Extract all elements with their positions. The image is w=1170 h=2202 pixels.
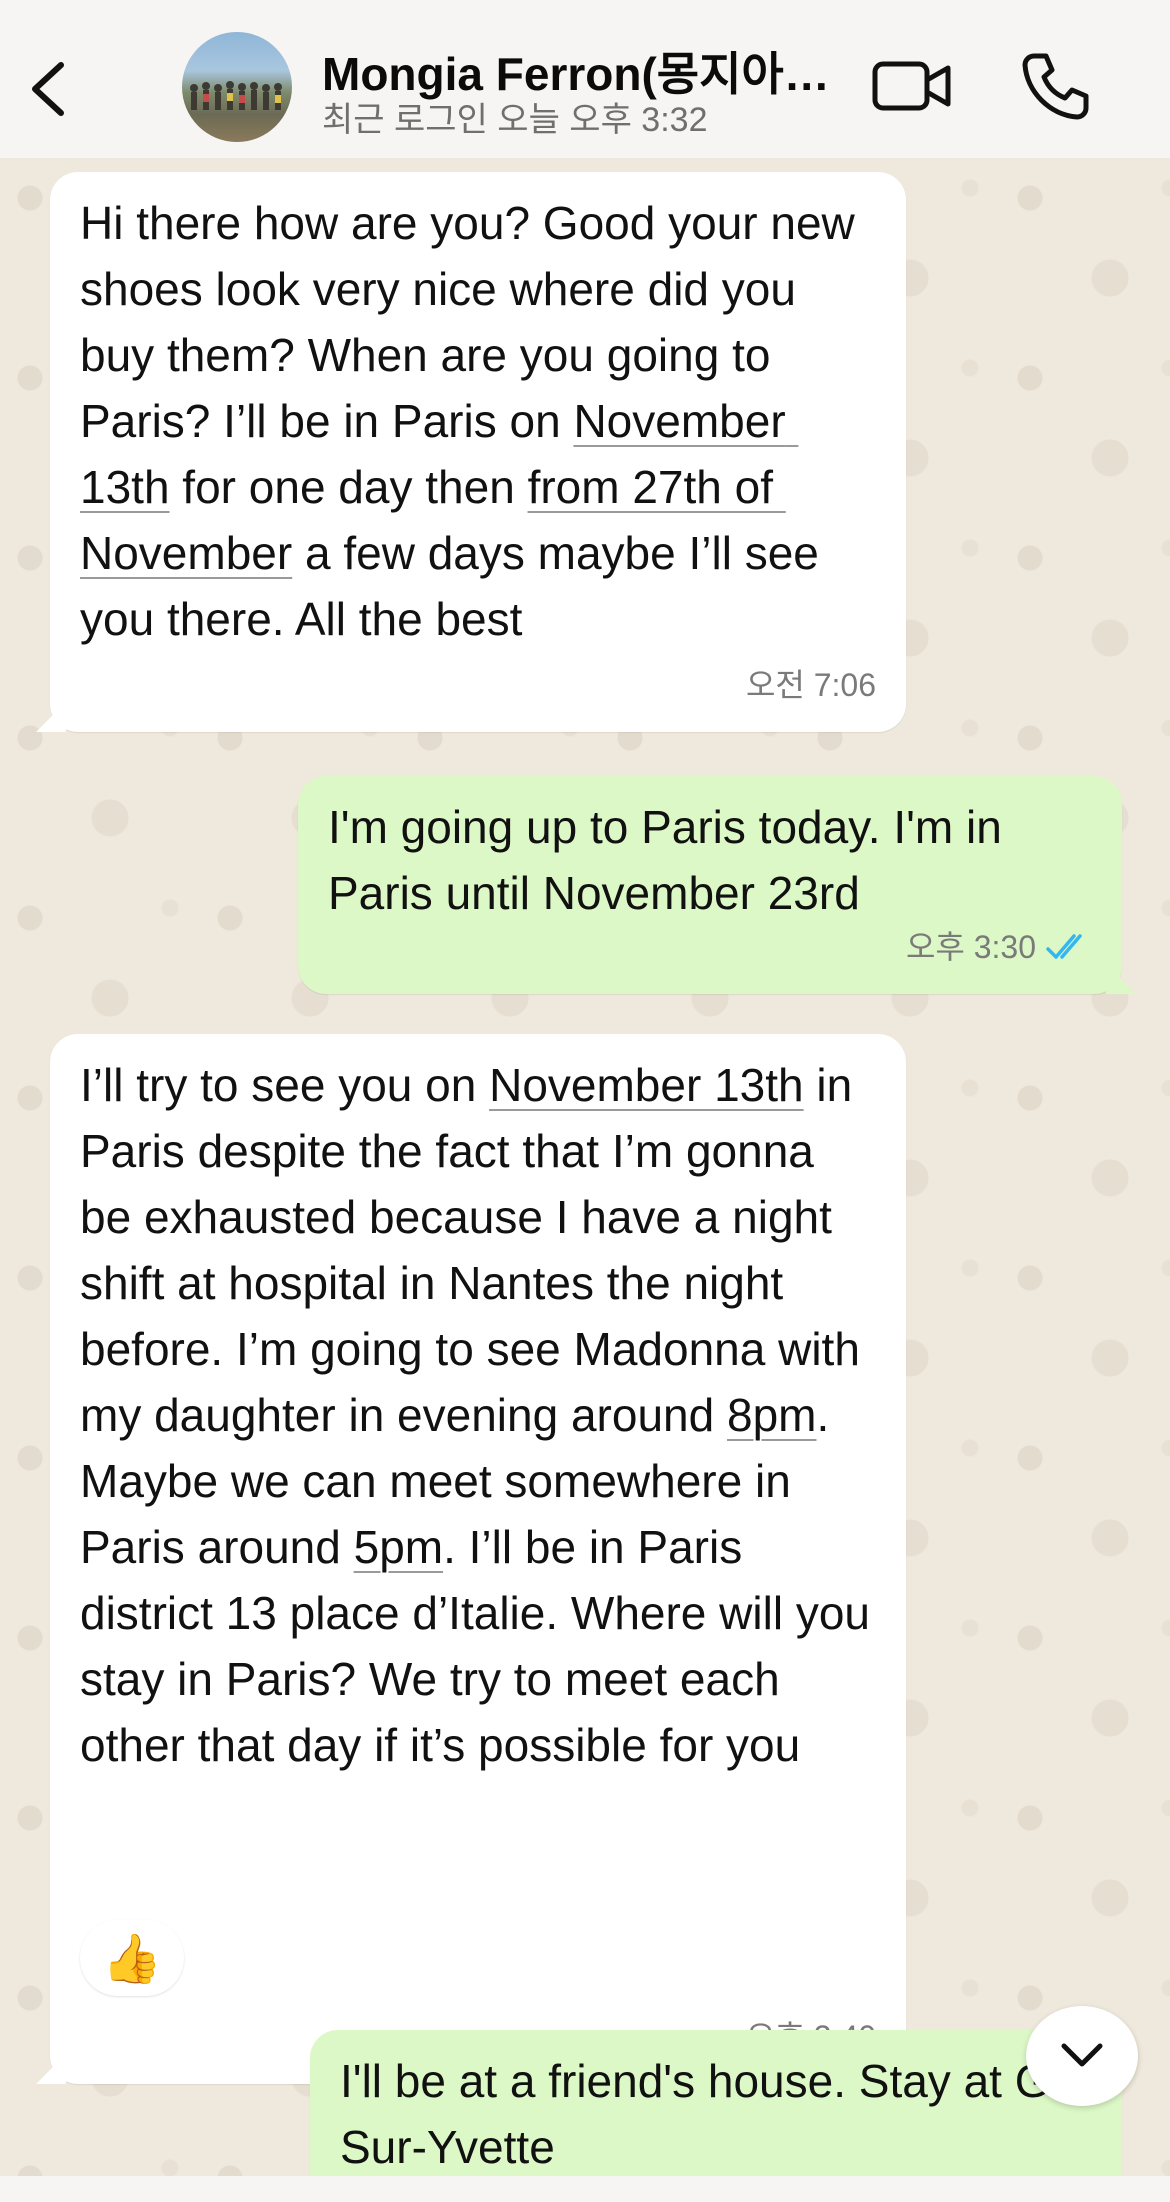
time-link[interactable]: 8pm <box>727 1389 816 1441</box>
read-receipt-icon <box>1046 934 1082 959</box>
back-button[interactable] <box>22 54 72 124</box>
bubble-tail <box>1106 964 1136 994</box>
message-meta: 오후 3:30 <box>906 914 1092 980</box>
message-time: 오후 3:30 <box>905 929 1036 965</box>
group-photo-icon <box>190 81 282 110</box>
chat-header: Mongia Ferron(몽지아… 최근 로그인 오늘 오후 3:32 <box>0 0 1170 158</box>
bubble-tail <box>36 702 66 732</box>
chevron-down-icon <box>1061 2043 1103 2067</box>
thumbs-up-icon: 👍 <box>102 1932 162 1986</box>
video-camera-icon <box>872 61 951 111</box>
outgoing-message[interactable]: I'm going up to Paris today. I'm in Pari… <box>298 776 1136 994</box>
text-segment: in Paris despite the fact that I’m gonna… <box>80 1059 873 1441</box>
last-seen-status: 최근 로그인 오늘 오후 3:32 <box>322 101 708 139</box>
time-link[interactable]: 5pm <box>354 1521 443 1573</box>
message-text: I'm going up to Paris today. I'm in Pari… <box>328 801 1015 919</box>
scroll-to-bottom-button[interactable] <box>1026 2006 1138 2106</box>
chevron-left-icon <box>32 62 64 116</box>
message-text: Hi there how are you? Good your new shoe… <box>80 190 876 652</box>
date-link[interactable]: November 13th <box>489 1059 804 1111</box>
phone-icon <box>1022 53 1089 120</box>
contact-avatar[interactable] <box>182 32 292 142</box>
reaction-badge[interactable]: 👍 <box>80 1920 184 1996</box>
incoming-message[interactable]: Hi there how are you? Good your new shoe… <box>36 172 906 732</box>
video-call-button[interactable] <box>872 58 952 114</box>
message-text: I'll be at a friend's house. Stay at Gif… <box>340 2055 1089 2173</box>
message-time: 오전 7:06 <box>745 667 876 703</box>
text-segment: I’ll try to see you on <box>80 1059 490 1111</box>
message-text: I’ll try to see you on November 13th in … <box>80 1052 876 1778</box>
chat-thread[interactable]: Hi there how are you? Good your new shoe… <box>0 158 1170 2202</box>
voice-call-button[interactable] <box>1020 50 1092 122</box>
incoming-message[interactable]: I’ll try to see you on November 13th in … <box>36 1034 906 2084</box>
bubble-tail <box>36 2054 66 2084</box>
message-meta: 오전 7:06 <box>746 652 876 718</box>
bottom-bar <box>0 2176 1170 2202</box>
text-segment: for one day then <box>169 461 528 513</box>
